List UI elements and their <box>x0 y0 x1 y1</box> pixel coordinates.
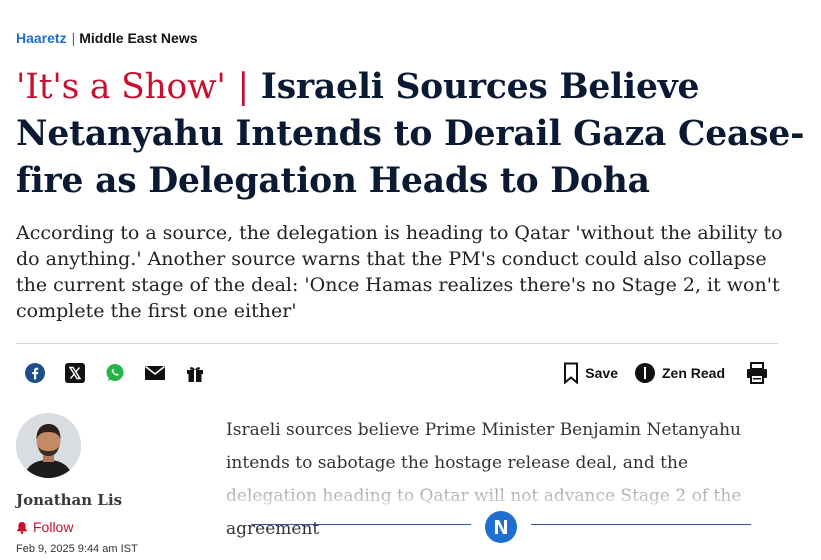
print-icon <box>747 362 767 384</box>
save-label: Save <box>585 365 618 381</box>
facebook-icon[interactable] <box>22 360 48 386</box>
zen-read-icon <box>634 363 655 383</box>
mail-icon[interactable] <box>142 360 168 386</box>
zen-read-button[interactable]: Zen Read <box>634 362 725 384</box>
breadcrumb: Haaretz | Middle East News <box>16 30 198 46</box>
breadcrumb-separator: | <box>71 30 76 46</box>
save-button[interactable]: Save <box>563 362 618 384</box>
whatsapp-icon[interactable] <box>102 360 128 386</box>
breadcrumb-brand-link[interactable]: Haaretz <box>16 30 67 46</box>
article-tools: Save Zen Read <box>563 360 769 386</box>
haaretz-logo-icon <box>485 511 517 543</box>
print-button[interactable] <box>745 362 769 384</box>
bookmark-icon <box>564 362 579 384</box>
follow-label: Follow <box>33 519 74 535</box>
headline-kicker: 'It's a Show' <box>16 67 226 107</box>
follow-button[interactable]: Follow <box>16 519 73 535</box>
publish-date: Feb 9, 2025 9:44 am IST <box>16 543 138 555</box>
paywall-divider-right <box>531 524 751 525</box>
article-subheadline: According to a source, the delegation is… <box>16 222 783 322</box>
x-icon[interactable] <box>62 360 88 386</box>
header-divider <box>16 343 778 344</box>
headline-kicker-separator: | <box>237 67 250 107</box>
article-headline: 'It's a Show' | Israeli Sources Believe … <box>16 64 806 205</box>
breadcrumb-section-link[interactable]: Middle East News <box>79 30 197 46</box>
article-fade-overlay <box>220 476 790 516</box>
author-name[interactable]: Jonathan Lis <box>16 491 122 509</box>
gift-icon[interactable] <box>182 360 208 386</box>
bell-icon <box>17 521 27 534</box>
author-avatar[interactable] <box>16 413 81 478</box>
paywall-divider-left <box>251 524 471 525</box>
zen-read-label: Zen Read <box>661 365 725 381</box>
share-bar <box>22 360 222 386</box>
